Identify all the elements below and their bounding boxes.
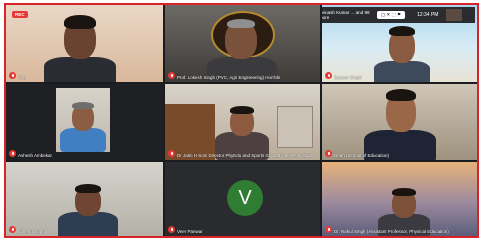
avatar: V	[227, 180, 263, 216]
window-controls[interactable]: ▢ ✕ ⬚ ⚑	[377, 11, 406, 19]
participant-tile-6[interactable]: Dean (School of Education)	[322, 84, 477, 160]
participant-name: Dr Jatin H Soni Director PhyEdu and Spor…	[177, 153, 314, 158]
participant-tile-7[interactable]: sarfesh singh	[6, 162, 163, 236]
mic-muted-icon	[325, 226, 332, 233]
mic-muted-icon	[9, 150, 16, 157]
mic-muted-icon	[9, 72, 16, 79]
participant-tile-4[interactable]: Ashesh Ambekar	[6, 84, 163, 160]
self-view-thumbnail[interactable]	[446, 9, 463, 21]
recording-badge: REC	[12, 11, 28, 18]
participant-tile-2[interactable]: Prof. Lokesh Singh (PVC, Agri Engineerin…	[165, 5, 320, 82]
video-grid: REC You Prof. Lokesh Singh (PVC, Agri En…	[4, 3, 479, 238]
participant-tile-9[interactable]: Dr. Rahul Singh (Assistant Professor, Ph…	[322, 162, 477, 236]
participant-name: Dean (School of Education)	[334, 153, 390, 158]
mic-muted-icon	[168, 72, 175, 79]
notification-text: Avinash Kumar ... and 99 more	[322, 10, 370, 20]
participant-name: You	[18, 75, 26, 80]
top-bar: Avinash Kumar ... and 99 more ▢ ✕ ⬚ ⚑ 12…	[322, 7, 475, 23]
participant-tile-5[interactable]: Dr Jatin H Soni Director PhyEdu and Spor…	[165, 84, 320, 160]
participant-name: Gaurav Singh	[334, 75, 362, 80]
participant-tile-1[interactable]: REC You	[6, 5, 163, 82]
participant-name: Prof. Lokesh Singh (PVC, Agri Engineerin…	[177, 75, 281, 80]
mic-muted-icon	[168, 150, 175, 157]
participant-video	[56, 88, 110, 152]
participant-name: Dr. Rahul Singh (Assistant Professor, Ph…	[334, 229, 449, 234]
mic-muted-icon	[325, 72, 332, 79]
mic-muted-icon	[325, 150, 332, 157]
participant-name: Veer Panwar	[177, 229, 203, 234]
mic-muted-icon	[168, 226, 175, 233]
participant-tile-8[interactable]: V Veer Panwar	[165, 162, 320, 236]
participant-name: sarfesh singh	[18, 229, 45, 234]
clock: 12:34 PM	[417, 12, 439, 18]
participant-name: Ashesh Ambekar	[18, 153, 53, 158]
participant-tile-3[interactable]: Avinash Kumar ... and 99 more ▢ ✕ ⬚ ⚑ 12…	[322, 5, 477, 82]
avatar-letter: V	[238, 186, 252, 209]
mic-muted-icon	[9, 226, 16, 233]
